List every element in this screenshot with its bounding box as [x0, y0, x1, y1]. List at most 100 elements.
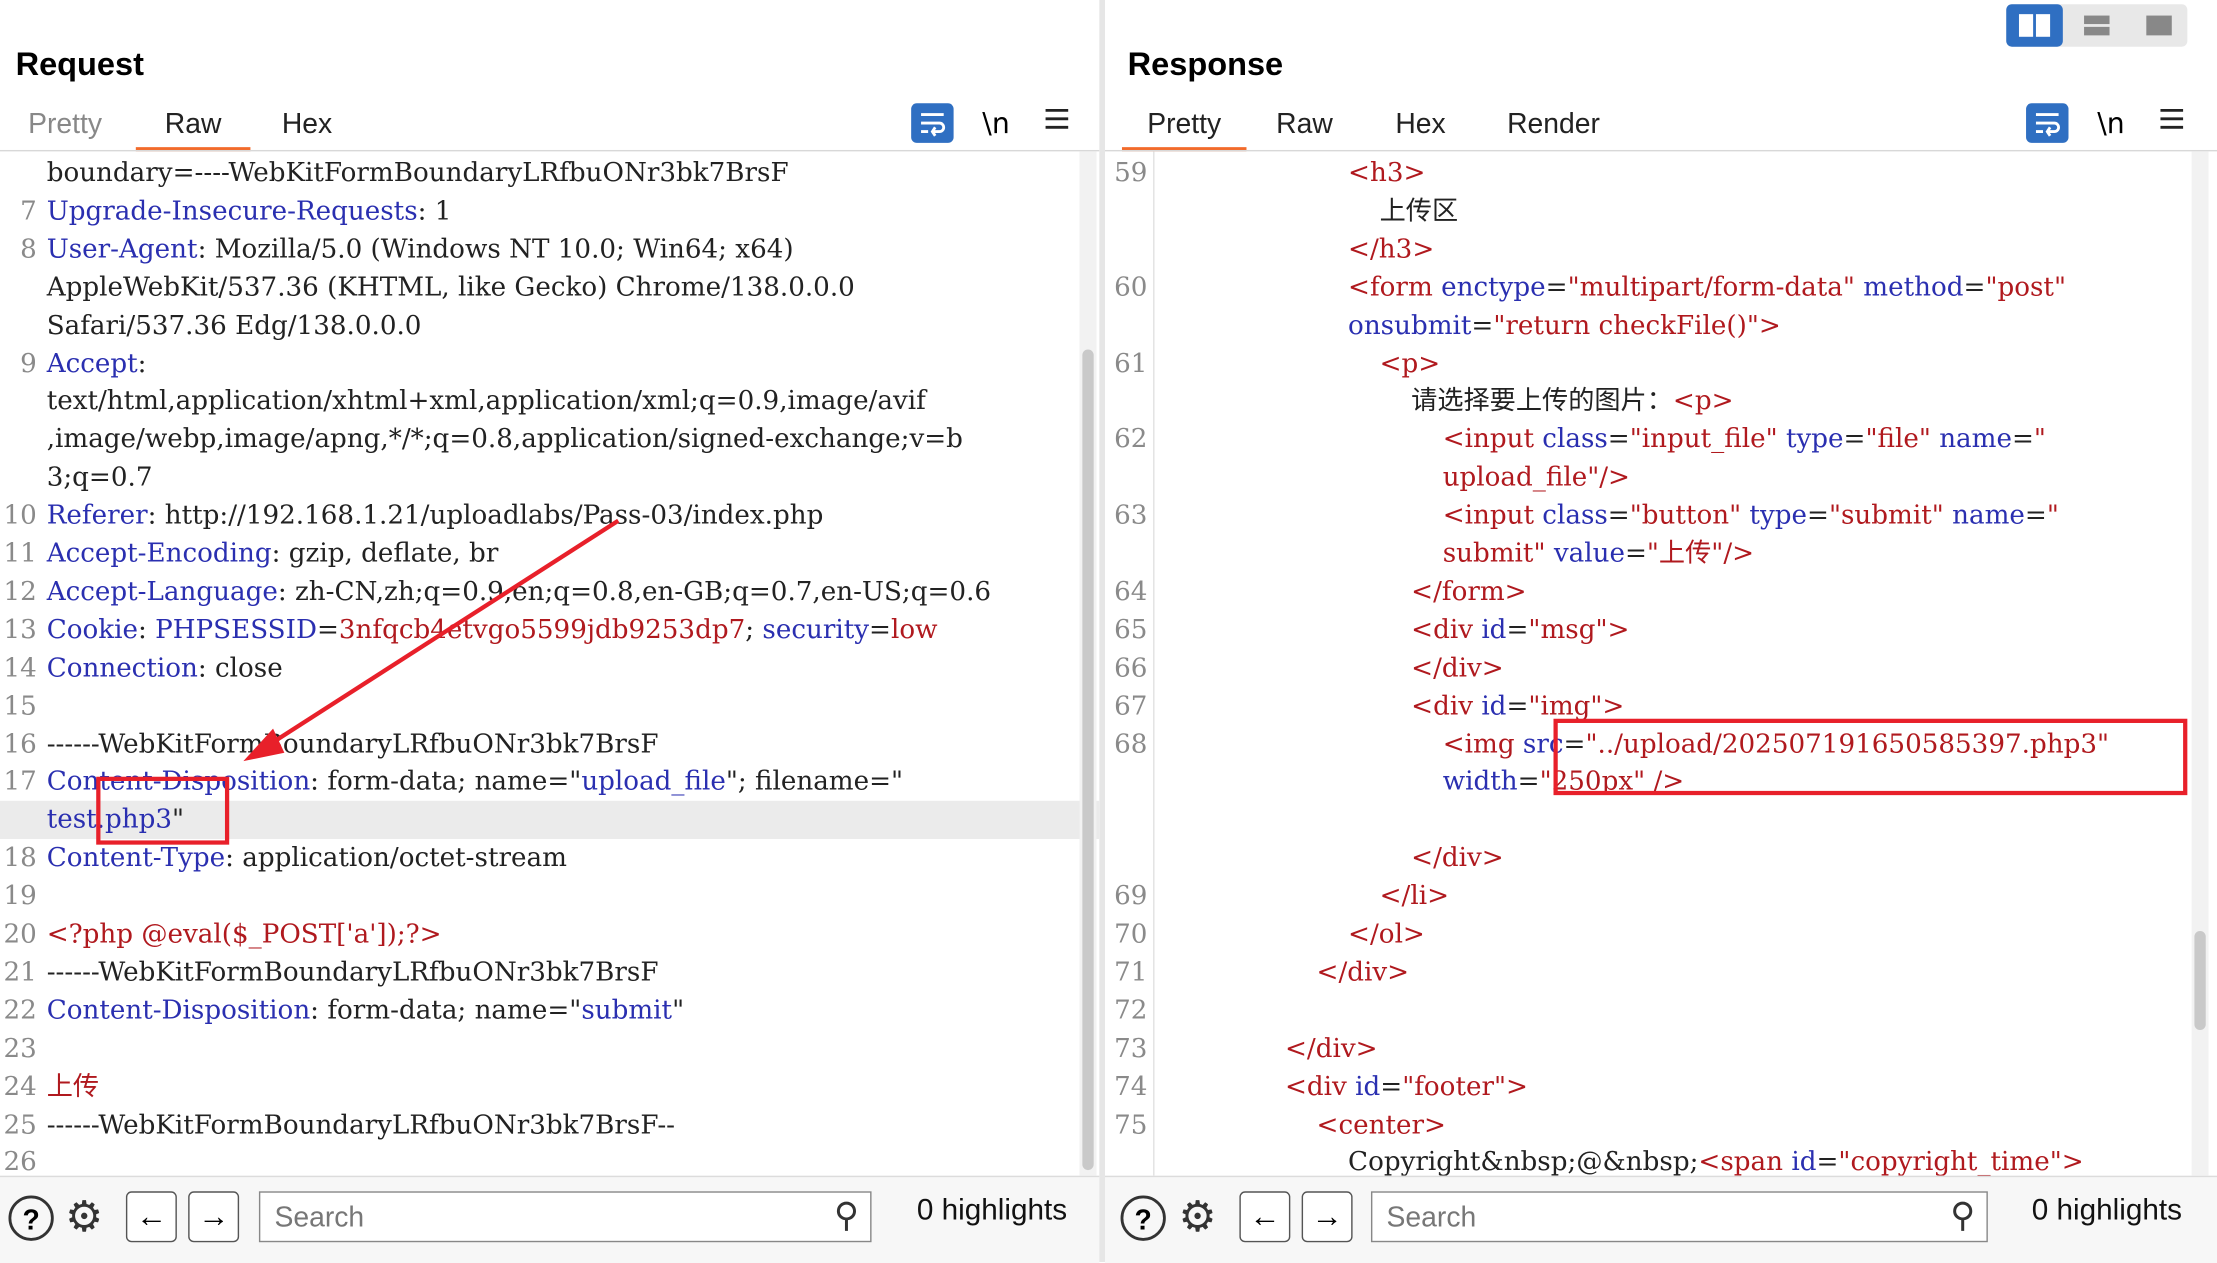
code-token: =	[1816, 1147, 1839, 1176]
request-search-bar: ? ⚙ ← → ⚲ 0 highlights	[0, 1175, 1100, 1263]
settings-gear-icon[interactable]: ⚙	[1179, 1193, 1217, 1244]
line-number: 61	[1114, 348, 1148, 379]
stacked-view-icon[interactable]	[2068, 4, 2125, 46]
code-token: =	[869, 615, 891, 645]
line-number: 22	[3, 995, 37, 1026]
response-search-field: ⚲	[1370, 1191, 1988, 1243]
tab-pretty[interactable]: Pretty	[21, 102, 109, 152]
line-content: </div>	[1317, 953, 1410, 991]
tab-hex[interactable]: Hex	[273, 102, 341, 152]
line-number: 65	[1114, 615, 1148, 645]
response-editor[interactable]: 59 <h3> 上传区 </h3> 60 <form enctype="multipart…	[1105, 151, 2217, 1175]
request-code-line: 3;q=0.7	[0, 459, 1099, 497]
previous-match-button[interactable]: ←	[125, 1191, 177, 1243]
previous-match-button[interactable]: ←	[1239, 1191, 1291, 1243]
code-token: "	[171, 805, 185, 836]
layout-switcher	[2006, 4, 2188, 47]
wrap-lines-icon[interactable]	[2026, 103, 2069, 143]
code-token: Accept	[46, 348, 138, 379]
request-code-line: 23	[0, 1030, 1099, 1068]
newline-toggle[interactable]: \n	[975, 103, 1017, 143]
line-number: 24	[3, 1071, 37, 1102]
line-content: text/html,application/xhtml+xml,applicat…	[47, 383, 926, 421]
line-content: Accept-Language: zh-CN,zh;q=0.9,en;q=0.8…	[47, 573, 991, 611]
line-number: 18	[3, 843, 37, 874]
line-number: 15	[3, 691, 37, 721]
search-icon[interactable]: ⚲	[834, 1196, 859, 1237]
code-token: </li>	[1379, 881, 1450, 912]
code-token: =	[316, 615, 339, 645]
code-token: : zh-CN,zh;q=0.9,en;q=0.8,en-GB;q=0.7,en…	[277, 577, 992, 607]
request-code-line: 13 Cookie: PHPSESSID=3nfqcb4etvgo5599jdb9…	[0, 611, 1099, 649]
request-scroll-thumb[interactable]	[1082, 349, 1094, 1171]
help-icon[interactable]: ?	[8, 1195, 54, 1241]
code-token: Accept-Encoding	[46, 539, 272, 569]
tab-pretty[interactable]: Pretty	[1121, 102, 1247, 152]
response-code-line: 75 <center>	[1105, 1106, 2217, 1144]
wrap-lines-icon[interactable]	[911, 103, 954, 143]
code-token: : Mozilla/5.0 (Windows NT 10.0; Win64; x…	[197, 234, 794, 265]
hamburger-menu-icon[interactable]	[2151, 103, 2193, 143]
response-scroll-thumb[interactable]	[2194, 930, 2206, 1031]
code-token: upload_file"/>	[1442, 462, 1631, 493]
request-scrollbar[interactable]	[1079, 151, 1097, 1176]
line-number: 62	[1114, 424, 1148, 455]
line-number: 64	[1114, 577, 1148, 607]
single-view-icon[interactable]	[2131, 4, 2188, 46]
next-match-button[interactable]: →	[1301, 1191, 1353, 1243]
line-content: AppleWebKit/537.36 (KHTML, like Gecko) C…	[47, 268, 855, 306]
response-code-line: 71 </div>	[1105, 953, 2217, 991]
code-token: =	[1843, 424, 1866, 455]
hamburger-menu-icon[interactable]	[1036, 103, 1078, 143]
tab-hex[interactable]: Hex	[1387, 102, 1455, 152]
code-token: =	[1806, 500, 1829, 531]
line-number: 14	[3, 653, 37, 683]
line-number: 74	[1114, 1071, 1148, 1102]
code-token: =	[1380, 1071, 1403, 1102]
request-code-line: 25 ------WebKitFormBoundaryLRfbuONr3bk7Br…	[0, 1106, 1099, 1144]
tab-raw[interactable]: Raw	[135, 102, 251, 152]
settings-gear-icon[interactable]: ⚙	[65, 1193, 103, 1244]
response-code-line: 70 </ol>	[1105, 915, 2217, 953]
line-content: </div>	[1411, 649, 1504, 687]
request-code-line: ,image/webp,image/apng,*/*;q=0.8,applica…	[0, 421, 1099, 459]
code-token: =	[1563, 729, 1586, 760]
code-token: <p>	[1379, 348, 1441, 379]
code-token: 上传区	[1379, 196, 1459, 227]
code-token: Content-Disposition	[46, 767, 311, 798]
request-code-line: 14 Connection: close	[0, 649, 1099, 687]
next-match-button[interactable]: →	[188, 1191, 240, 1243]
code-token: submit	[581, 995, 673, 1026]
code-token: =	[2011, 424, 2034, 455]
request-editor[interactable]: boundary=----WebKitFormBoundaryLRfbuONr3…	[0, 151, 1100, 1176]
code-token: "multipart/form-data"	[1567, 272, 1864, 303]
code-token: "img">	[1528, 691, 1625, 721]
code-token: =	[1607, 500, 1630, 531]
tab-render[interactable]: Render	[1503, 102, 1605, 152]
request-code-line: 7 Upgrade-Insecure-Requests: 1	[0, 192, 1099, 230]
tab-raw[interactable]: Raw	[1271, 102, 1339, 152]
line-content: Content-Disposition: form-data; name="su…	[47, 992, 684, 1030]
request-search-input[interactable]	[271, 1198, 766, 1238]
response-code-line: 64 </form>	[1105, 573, 2217, 611]
request-code-line: 8 User-Agent: Mozilla/5.0 (Windows NT 10.…	[0, 230, 1099, 268]
code-token: =	[1624, 539, 1647, 569]
split-view-icon[interactable]	[2006, 4, 2063, 47]
code-token: : gzip, deflate, br	[271, 539, 499, 569]
line-number: 7	[20, 196, 37, 227]
code-token: "	[672, 995, 685, 1026]
help-icon[interactable]: ?	[1120, 1195, 1166, 1241]
code-token: type	[1749, 500, 1807, 531]
code-token: low	[890, 615, 938, 645]
code-token: =	[1517, 767, 1540, 798]
code-token: PHPSESSID	[155, 615, 317, 645]
response-code-line: 59 <h3>	[1105, 154, 2217, 192]
search-icon[interactable]: ⚲	[1950, 1196, 1975, 1237]
request-title: Request	[15, 45, 144, 83]
response-search-input[interactable]	[1383, 1198, 1881, 1238]
code-token: <input	[1442, 500, 1543, 531]
code-token: test.php3	[46, 805, 172, 836]
newline-toggle[interactable]: \n	[2090, 103, 2132, 143]
code-token: </div>	[1411, 843, 1504, 874]
response-scrollbar[interactable]	[2191, 151, 2209, 1176]
